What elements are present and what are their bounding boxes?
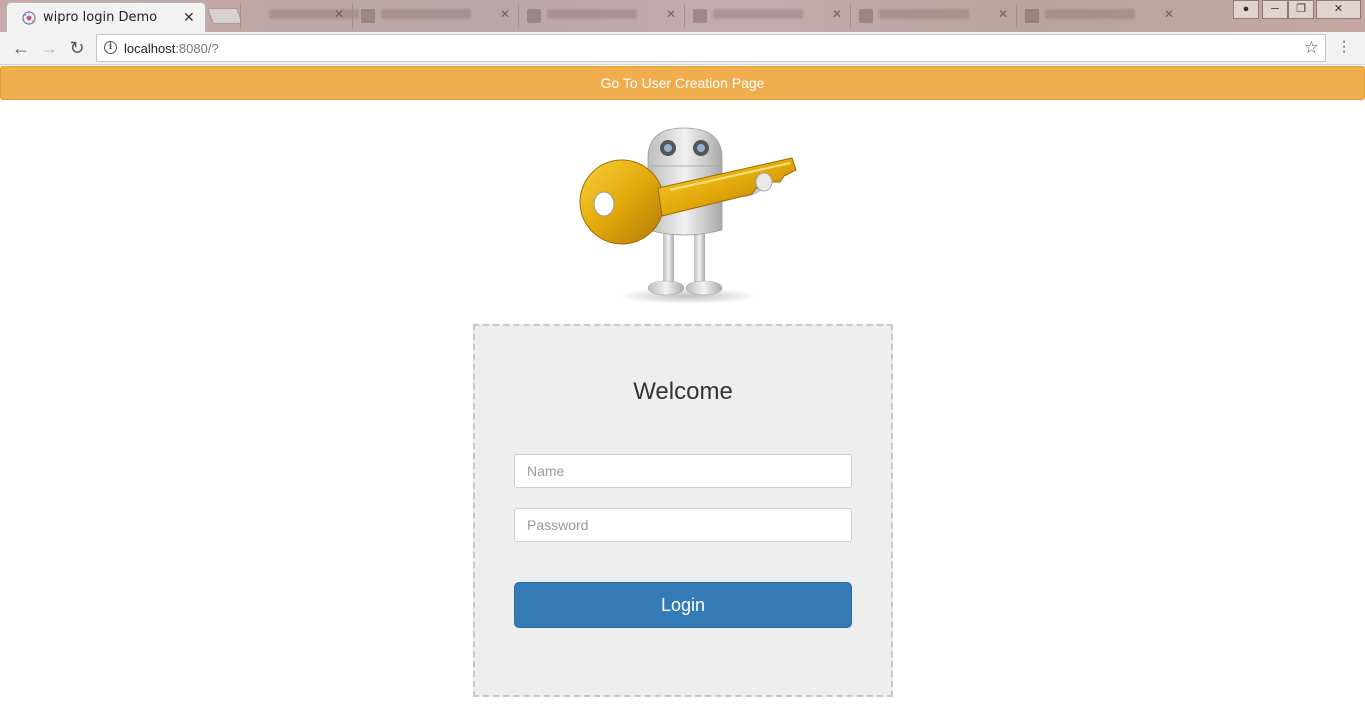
restore-icon[interactable]: ❐ [1288,0,1314,19]
user-creation-link[interactable]: Go To User Creation Page [0,66,1365,100]
browser-toolbar: ← → ↻ i localhost:8080/? ☆ · · · [0,32,1365,65]
browser-tab-background[interactable]: ✕ [684,4,850,28]
window-close-icon[interactable]: ✕ [1316,0,1361,19]
login-form: Welcome Login [473,324,893,697]
tab-close-icon[interactable]: ✕ [183,9,195,26]
profile-icon[interactable]: ● [1233,0,1259,19]
address-url: localhost:8080/? [124,41,219,56]
reload-icon[interactable]: ↻ [66,38,88,59]
arrow-right-icon[interactable]: → [38,38,60,59]
browser-tab-active[interactable]: wipro login Demo ✕ [6,2,206,32]
name-input[interactable] [514,454,852,488]
robot-key-illustration [579,127,797,304]
browser-tab-background[interactable]: ✕ [850,4,1016,28]
wipro-favicon-icon [22,11,36,25]
browser-tab-background[interactable]: ✕ [240,4,359,28]
minimize-icon[interactable]: ─ [1262,0,1288,19]
address-bar[interactable]: i localhost:8080/? ☆ [96,34,1326,62]
star-icon[interactable]: ☆ [1304,38,1319,58]
login-button[interactable]: Login [514,582,852,628]
password-input[interactable] [514,508,852,542]
welcome-heading: Welcome [633,378,733,405]
new-tab-button[interactable] [207,8,243,24]
browser-tab-background[interactable]: ✕ [518,4,684,28]
kebab-menu-icon[interactable]: · · · [1338,34,1350,60]
browser-tab-background[interactable]: ✕ [1016,4,1182,28]
info-icon[interactable]: i [104,41,117,54]
arrow-left-icon[interactable]: ← [10,38,32,59]
tab-title: wipro login Demo [43,10,158,25]
browser-tab-strip: wipro login Demo ✕ ✕ ✕ ✕ ✕ ✕ ✕ ● ─ ❐ ✕ [0,0,1365,32]
browser-tab-background[interactable]: ✕ [352,4,518,28]
